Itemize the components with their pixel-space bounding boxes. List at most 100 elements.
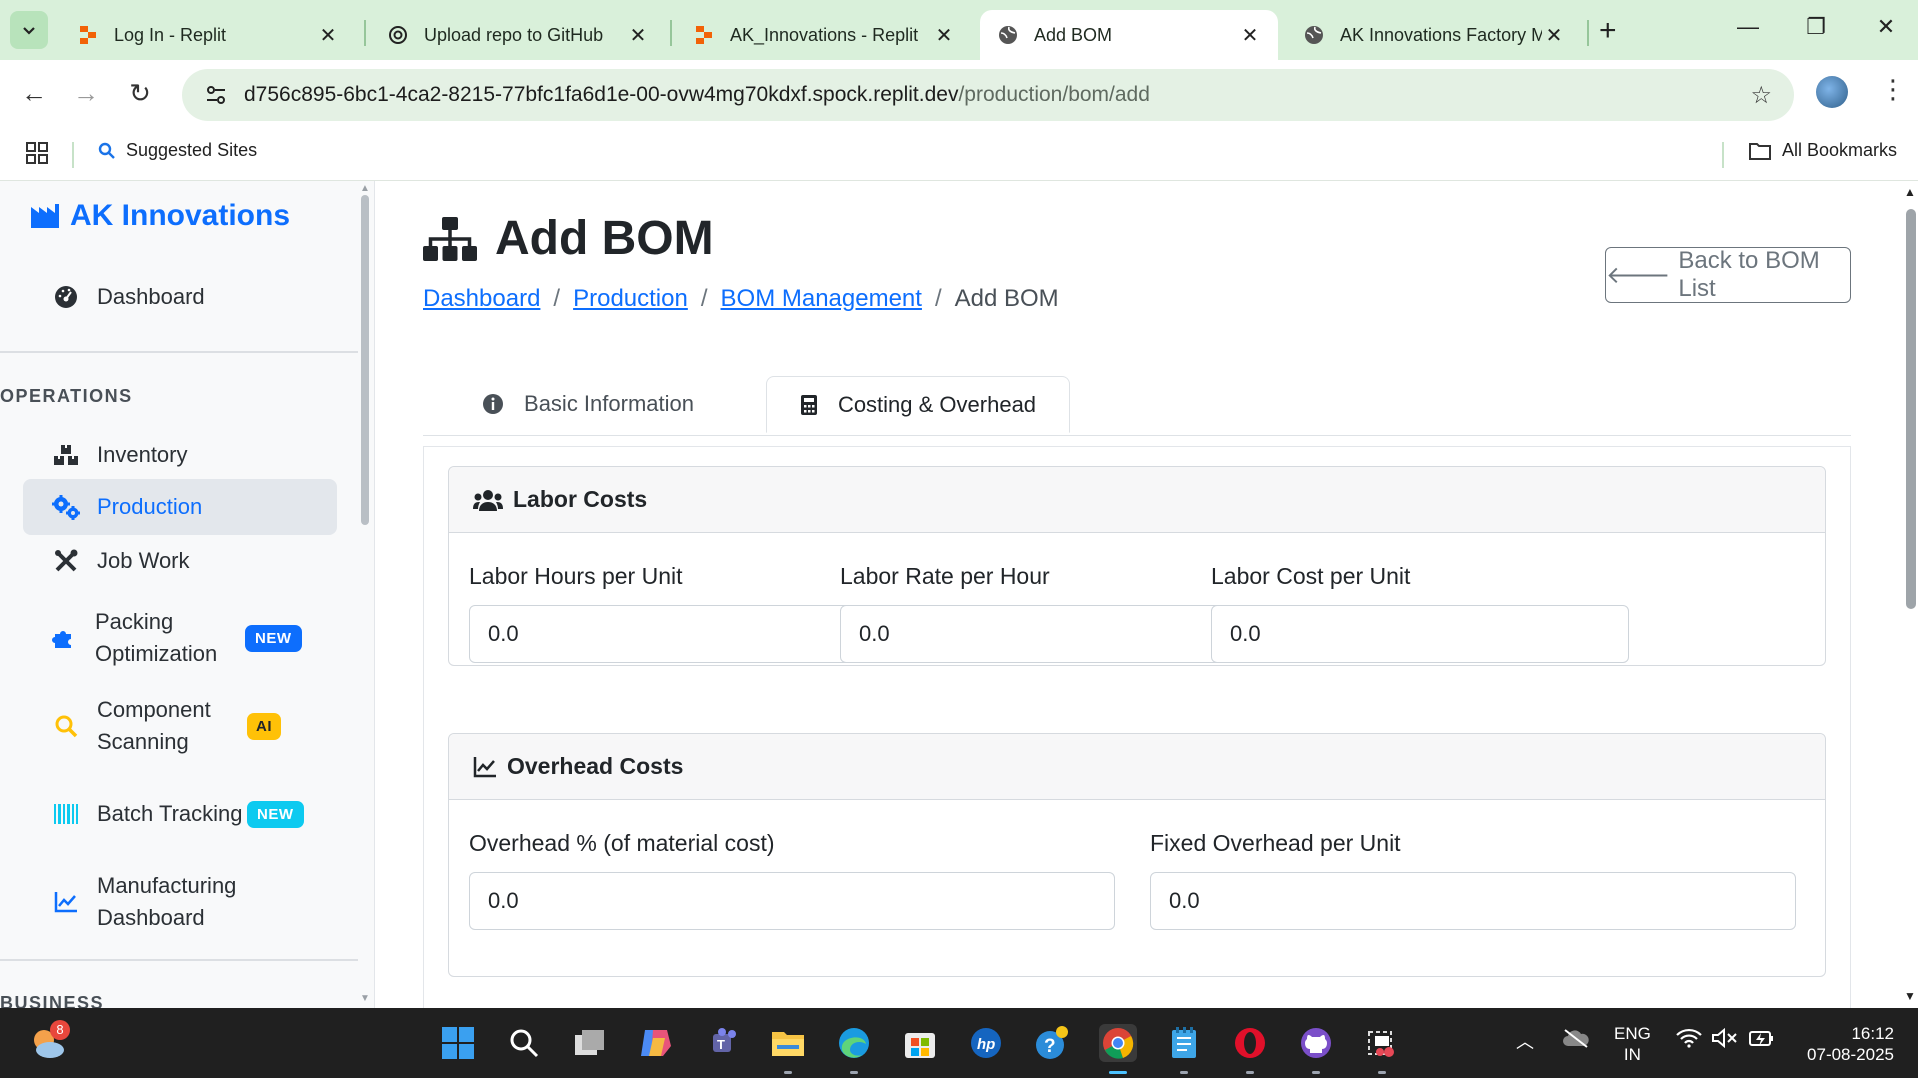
new-tab-button[interactable]: + (1599, 14, 1617, 48)
search-icon (49, 714, 83, 738)
file-explorer-icon[interactable] (769, 1024, 807, 1074)
overhead-percent-input[interactable] (469, 872, 1115, 930)
tab-search-button[interactable] (10, 11, 48, 49)
sidebar-scrollbar[interactable] (361, 195, 369, 525)
tab-divider (670, 20, 672, 46)
sidebar-item-packing-optimization[interactable]: Packing Optimization NEW (23, 601, 337, 675)
brand-logo[interactable]: AK Innovations (30, 199, 290, 233)
minimize-button[interactable]: — (1728, 14, 1768, 40)
chevron-up-icon[interactable]: ︿ (1516, 1028, 1534, 1054)
new-badge: NEW (245, 624, 302, 652)
reload-icon[interactable]: ↻ (122, 78, 158, 109)
wifi-icon[interactable] (1676, 1028, 1702, 1053)
scroll-down-arrow[interactable]: ▼ (1904, 989, 1916, 1003)
chart-line-icon (49, 891, 83, 913)
breadcrumb-separator: / (553, 285, 561, 312)
hp-icon[interactable]: hp (967, 1024, 1005, 1062)
breadcrumb-link-bom-management[interactable]: BOM Management (721, 285, 922, 313)
breadcrumb-separator: / (934, 285, 942, 312)
search-icon[interactable] (505, 1024, 543, 1062)
help-icon[interactable]: ? (1033, 1024, 1071, 1062)
opera-icon[interactable] (1231, 1024, 1269, 1074)
site-info-icon[interactable] (196, 85, 236, 105)
all-bookmarks-button[interactable]: All Bookmarks (1748, 140, 1897, 161)
scroll-up-arrow[interactable]: ▲ (360, 183, 370, 194)
close-icon[interactable]: ✕ (626, 23, 650, 48)
breadcrumb-link-dashboard[interactable]: Dashboard (423, 285, 540, 313)
notification-count-badge: 8 (50, 1020, 70, 1040)
breadcrumb-link-production[interactable]: Production (573, 285, 688, 313)
scroll-down-arrow[interactable]: ▼ (360, 993, 370, 1004)
tab-title: AK Innovations Factory M (1340, 24, 1542, 45)
browser-tab[interactable]: AK_Innovations - Replit ✕ (676, 10, 972, 60)
github-desktop-icon[interactable] (1297, 1024, 1335, 1074)
tab-label: Basic Information (524, 391, 694, 416)
close-icon[interactable]: ✕ (1542, 23, 1566, 48)
tab-costing-overhead[interactable]: Costing & Overhead (766, 376, 1070, 433)
folder-icon (1749, 142, 1771, 160)
sidebar-item-inventory[interactable]: Inventory (23, 431, 337, 479)
browser-tab[interactable]: AK Innovations Factory M ✕ (1286, 10, 1582, 60)
labor-cost-input[interactable] (1211, 605, 1629, 663)
chevron-down-icon (23, 27, 35, 35)
tab-basic-information[interactable]: Basic Information (423, 376, 753, 432)
sidebar-divider (0, 959, 358, 961)
sidebar-item-dashboard[interactable]: Dashboard (23, 273, 337, 321)
battery-charging-icon[interactable] (1748, 1028, 1776, 1053)
address-bar[interactable]: d756c895-6bc1-4ca2-8215-77bfc1fa6d1e-00-… (182, 69, 1794, 121)
labor-hours-input[interactable] (469, 605, 887, 663)
profile-avatar[interactable] (1816, 76, 1848, 108)
labor-hours-label: Labor Hours per Unit (469, 563, 683, 589)
tab-divider (1587, 20, 1589, 46)
teams-icon[interactable]: T (703, 1024, 741, 1062)
labor-rate-input[interactable] (840, 605, 1258, 663)
web-page: AK Innovations Dashboard OPERATIONS Inve… (0, 181, 1918, 1008)
fixed-overhead-input[interactable] (1150, 872, 1796, 930)
language-indicator[interactable]: ENG IN (1614, 1023, 1651, 1065)
browser-tab[interactable]: Upload repo to GitHub ✕ (370, 10, 666, 60)
sidebar-item-component-scanning[interactable]: Component Scanning AI (23, 689, 337, 763)
onedrive-icon[interactable] (1562, 1028, 1590, 1053)
sidebar-item-manufacturing-dashboard[interactable]: Manufacturing Dashboard (23, 865, 337, 939)
windows-start-icon[interactable] (439, 1024, 477, 1062)
volume-muted-icon[interactable] (1712, 1027, 1738, 1053)
scroll-up-arrow[interactable]: ▲ (1904, 185, 1916, 199)
fixed-overhead-label: Fixed Overhead per Unit (1150, 830, 1401, 856)
close-icon[interactable]: ✕ (1238, 23, 1262, 48)
url-host: d756c895-6bc1-4ca2-8215-77bfc1fa6d1e-00-… (244, 83, 959, 106)
task-view-icon[interactable] (571, 1024, 609, 1062)
suggested-sites-link[interactable]: Suggested Sites (98, 140, 257, 161)
back-to-bom-list-button[interactable]: 🡐 Back to BOM List (1605, 247, 1851, 303)
sidebar-item-job-work[interactable]: Job Work (23, 537, 337, 585)
openai-icon (386, 23, 410, 47)
back-arrow-icon[interactable]: ← (16, 78, 52, 109)
bookmark-star-icon[interactable]: ☆ (1750, 81, 1772, 110)
browser-tab[interactable]: Log In - Replit ✕ (60, 10, 356, 60)
brand-name: AK Innovations (70, 199, 291, 232)
apps-grid-icon[interactable] (26, 142, 48, 169)
browser-toolbar: ← → ↻ d756c895-6bc1-4ca2-8215-77bfc1fa6d… (0, 60, 1918, 128)
browser-chrome: Log In - Replit ✕ Upload repo to GitHub … (0, 0, 1918, 181)
menu-dots-icon[interactable]: ⋮ (1880, 74, 1906, 105)
snipping-tool-icon[interactable] (1363, 1024, 1401, 1074)
close-icon[interactable]: ✕ (932, 23, 956, 48)
close-icon[interactable]: ✕ (316, 23, 340, 48)
microsoft-store-icon[interactable] (901, 1024, 939, 1062)
restore-button[interactable]: ❐ (1796, 14, 1836, 40)
replit-icon (692, 23, 716, 47)
scrollbar-thumb[interactable] (1906, 209, 1916, 609)
close-window-button[interactable]: ✕ (1866, 14, 1906, 40)
chrome-icon[interactable] (1099, 1024, 1137, 1074)
notepad-icon[interactable] (1165, 1024, 1203, 1074)
sidebar-divider (0, 351, 358, 353)
forward-arrow-icon[interactable]: → (68, 78, 104, 109)
sidebar-item-label: Production (97, 494, 203, 519)
system-clock[interactable]: 16:12 07-08-2025 (1798, 1023, 1894, 1065)
copilot-icon[interactable] (637, 1024, 675, 1062)
puzzle-icon (47, 626, 81, 650)
sidebar-item-production[interactable]: Production (23, 479, 337, 535)
page-scrollbar[interactable]: ▲ ▼ (1902, 181, 1918, 1008)
sidebar-item-batch-tracking[interactable]: Batch Tracking NEW (23, 777, 337, 851)
browser-tab-active[interactable]: Add BOM ✕ (980, 10, 1278, 60)
edge-icon[interactable] (835, 1024, 873, 1074)
